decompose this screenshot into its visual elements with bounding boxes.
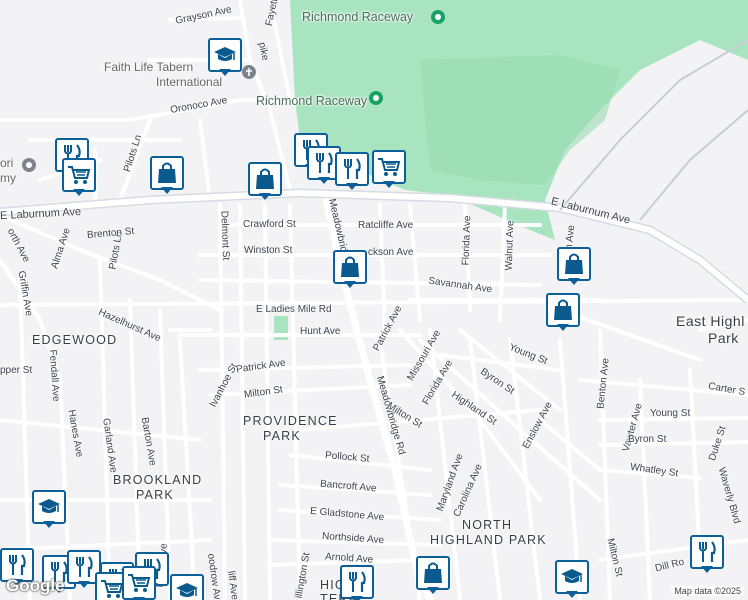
cart-icon bbox=[68, 166, 91, 184]
google-logo: Google bbox=[6, 576, 65, 595]
bag-marker[interactable] bbox=[416, 556, 450, 594]
neighborhood-label: PROVIDENCE bbox=[243, 414, 338, 428]
street-label: Young St bbox=[650, 408, 691, 419]
place-label[interactable]: my bbox=[0, 171, 16, 185]
street-label: ckson Ave bbox=[368, 247, 414, 258]
restaurant-marker[interactable] bbox=[340, 565, 374, 600]
cart-marker[interactable] bbox=[62, 158, 96, 196]
neighborhood-label: EDGEWOOD bbox=[32, 333, 118, 347]
raceway-label[interactable]: Richmond Raceway bbox=[256, 94, 367, 108]
church-label[interactable]: Faith Life Tabern bbox=[104, 60, 193, 74]
park-dark-area bbox=[420, 55, 620, 185]
bag-icon bbox=[341, 256, 359, 277]
place-pin-icon[interactable] bbox=[22, 158, 36, 172]
street-label: Ratcliffe Ave bbox=[358, 220, 414, 231]
cart-marker[interactable] bbox=[122, 566, 156, 600]
street-label: Winston St bbox=[244, 245, 293, 256]
bag-marker[interactable] bbox=[333, 250, 367, 288]
restaurant-icon bbox=[699, 541, 716, 562]
street-label: Delmont St bbox=[218, 210, 232, 261]
bag-icon bbox=[424, 562, 442, 583]
bag-marker[interactable] bbox=[546, 293, 580, 331]
restaurant-icon bbox=[76, 556, 93, 577]
cart-marker[interactable] bbox=[372, 150, 406, 188]
bag-marker[interactable] bbox=[248, 162, 282, 200]
school-icon bbox=[38, 499, 60, 513]
restaurant-icon bbox=[349, 571, 366, 592]
street-label: Crawford St bbox=[243, 219, 296, 230]
bag-icon bbox=[256, 168, 274, 189]
street-label: Florida Ave bbox=[460, 215, 474, 266]
school-icon bbox=[176, 583, 198, 597]
street-label: Walnut Ave bbox=[503, 220, 517, 271]
raceway-pin-icon[interactable] bbox=[431, 10, 445, 24]
church-pin-icon[interactable] bbox=[242, 65, 256, 79]
restaurant-icon bbox=[316, 152, 333, 173]
neighborhood-label: HIGHLAND PARK bbox=[430, 533, 547, 547]
church-label[interactable]: International bbox=[156, 75, 222, 89]
restaurant-marker[interactable] bbox=[690, 535, 724, 573]
raceway-label[interactable]: Richmond Raceway bbox=[302, 10, 413, 24]
school-icon bbox=[561, 569, 583, 583]
bag-icon bbox=[554, 299, 572, 320]
school-icon bbox=[214, 47, 236, 61]
bag-icon bbox=[158, 162, 176, 183]
neighborhood-label: PARK bbox=[263, 429, 301, 443]
map-canvas[interactable]: Richmond Raceway Richmond Raceway Faith … bbox=[0, 0, 748, 600]
neighborhood-label: BROOKLAND bbox=[113, 473, 203, 487]
cart-icon bbox=[378, 158, 401, 176]
map-base bbox=[0, 0, 748, 600]
school-marker[interactable] bbox=[32, 490, 66, 528]
cart-icon bbox=[128, 574, 151, 592]
bag-marker[interactable] bbox=[150, 156, 184, 194]
neighborhood-label: East Highl bbox=[676, 313, 745, 329]
restaurant-icon bbox=[9, 554, 26, 575]
bag-icon bbox=[565, 253, 583, 274]
school-marker[interactable] bbox=[208, 38, 242, 76]
school-marker[interactable] bbox=[555, 560, 589, 598]
street-label: Byron St bbox=[628, 434, 667, 445]
street-label: E Ladies Mile Rd bbox=[256, 304, 332, 315]
street-label: pper St bbox=[0, 365, 33, 376]
neighborhood-label: PARK bbox=[136, 488, 174, 502]
restaurant-marker[interactable] bbox=[335, 152, 369, 190]
map-data-attribution[interactable]: Map data ©2025 bbox=[671, 586, 744, 596]
raceway-pin-icon[interactable] bbox=[369, 91, 383, 105]
school-marker[interactable] bbox=[170, 574, 204, 600]
restaurant-icon bbox=[344, 158, 361, 179]
neighborhood-label: NORTH bbox=[462, 518, 513, 532]
place-label[interactable]: ori bbox=[0, 156, 13, 170]
street-label: Hunt Ave bbox=[300, 326, 341, 337]
bag-marker[interactable] bbox=[557, 247, 591, 285]
neighborhood-label: Park bbox=[708, 330, 739, 346]
